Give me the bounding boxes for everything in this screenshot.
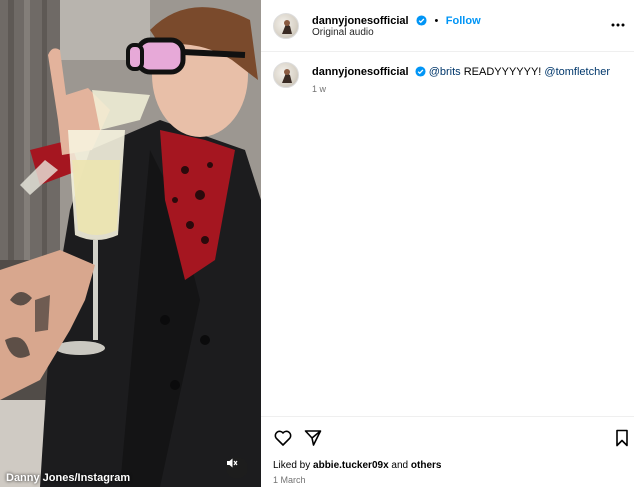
mute-icon xyxy=(227,458,238,468)
avatar[interactable] xyxy=(273,13,299,39)
likes-prefix: Liked by xyxy=(273,460,314,471)
heart-icon[interactable] xyxy=(273,428,293,448)
likes-and: and xyxy=(388,460,411,471)
share-icon[interactable] xyxy=(303,428,323,448)
caption-avatar[interactable] xyxy=(273,62,299,88)
bookmark-icon[interactable] xyxy=(612,428,632,448)
audio-label[interactable]: Original audio xyxy=(312,27,374,38)
avatar-image xyxy=(282,20,292,34)
post-actions: Liked by abbie.tucker09x and others 1 Ma… xyxy=(261,416,634,487)
liked-by-user[interactable]: abbie.tucker09x xyxy=(313,460,389,471)
mute-button[interactable] xyxy=(226,457,248,479)
post-date[interactable]: 1 March xyxy=(273,475,306,485)
separator-dot: • xyxy=(434,15,439,27)
post-panel: dannyjonesofficial • Follow Original aud… xyxy=(261,0,634,487)
mention-link[interactable]: @tomfletcher xyxy=(544,66,610,78)
avatar-image xyxy=(282,69,292,83)
post-time[interactable]: 1 w xyxy=(312,84,326,94)
photo-credit: Danny Jones/Instagram xyxy=(6,472,131,484)
verified-icon xyxy=(415,66,426,77)
mention-link[interactable]: @brits xyxy=(429,66,461,78)
follow-button[interactable]: Follow xyxy=(446,15,481,27)
post-photo xyxy=(0,0,261,487)
more-icon[interactable] xyxy=(610,19,626,31)
post-media[interactable]: Danny Jones/Instagram xyxy=(0,0,261,487)
post-caption: dannyjonesofficial @brits READYYYYYY! @t… xyxy=(312,65,610,80)
liked-by-others[interactable]: others xyxy=(411,460,442,471)
caption-username[interactable]: dannyjonesofficial xyxy=(312,66,409,78)
username[interactable]: dannyjonesofficial xyxy=(312,15,409,27)
verified-icon xyxy=(416,15,427,26)
caption-text: READYYYYYY! xyxy=(460,66,545,78)
likes-summary: Liked by abbie.tucker09x and others xyxy=(273,460,441,471)
post-header: dannyjonesofficial • Follow Original aud… xyxy=(261,0,634,52)
